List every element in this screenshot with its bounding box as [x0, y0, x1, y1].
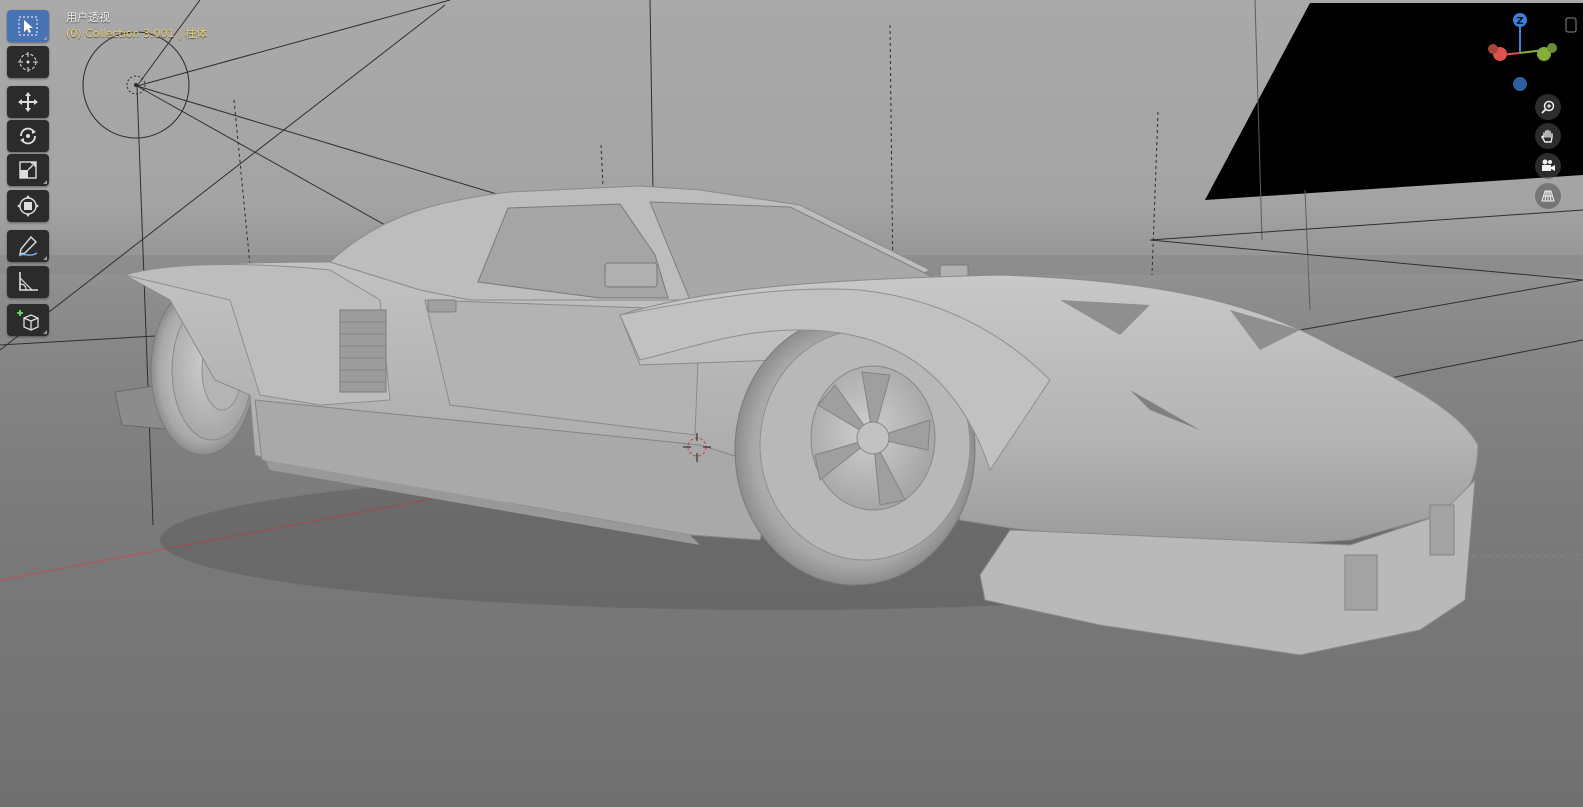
grid-perspective-icon[interactable]	[1535, 183, 1561, 209]
scale-tool[interactable]	[7, 154, 49, 186]
scene-render	[0, 0, 1583, 656]
viewport-hud: 用户透视 (0) Collection 3.001 | 柱体	[66, 10, 207, 42]
pencil-icon	[18, 235, 38, 257]
move-icon	[18, 92, 38, 112]
cursor-tool[interactable]	[7, 46, 49, 78]
scale-icon	[19, 161, 37, 179]
gizmo-corner-icon	[1565, 17, 1577, 33]
neg-x-axis-icon[interactable]	[1488, 44, 1498, 54]
neg-y-axis-icon[interactable]	[1547, 43, 1557, 53]
add-cube-icon	[17, 310, 39, 331]
pan-hand-icon[interactable]	[1535, 123, 1561, 149]
view-name: 用户透视	[66, 11, 110, 24]
navigation-gizmo[interactable]: Z	[1480, 8, 1580, 98]
select-box-icon	[18, 16, 38, 36]
z-axis-label: Z	[1516, 16, 1523, 27]
collection-info: (0) Collection 3.001 | 柱体	[66, 27, 208, 40]
zoom-icon[interactable]	[1535, 94, 1561, 120]
transform-tool[interactable]	[7, 190, 49, 222]
add-cube-tool[interactable]	[7, 304, 49, 336]
annotate-tool[interactable]	[7, 230, 49, 262]
3d-viewport[interactable]: 用户透视 (0) Collection 3.001 | 柱体 Z	[0, 0, 1583, 807]
camera-icon[interactable]	[1535, 153, 1561, 179]
rotate-icon	[20, 127, 36, 145]
cursor-icon	[18, 52, 38, 72]
measure-tool[interactable]	[7, 266, 49, 298]
select-box-tool[interactable]	[7, 10, 49, 42]
ruler-icon	[19, 272, 38, 291]
transform-icon	[17, 195, 39, 217]
neg-z-axis-icon[interactable]	[1513, 77, 1527, 91]
move-tool[interactable]	[7, 86, 49, 118]
rotate-tool[interactable]	[7, 120, 49, 152]
